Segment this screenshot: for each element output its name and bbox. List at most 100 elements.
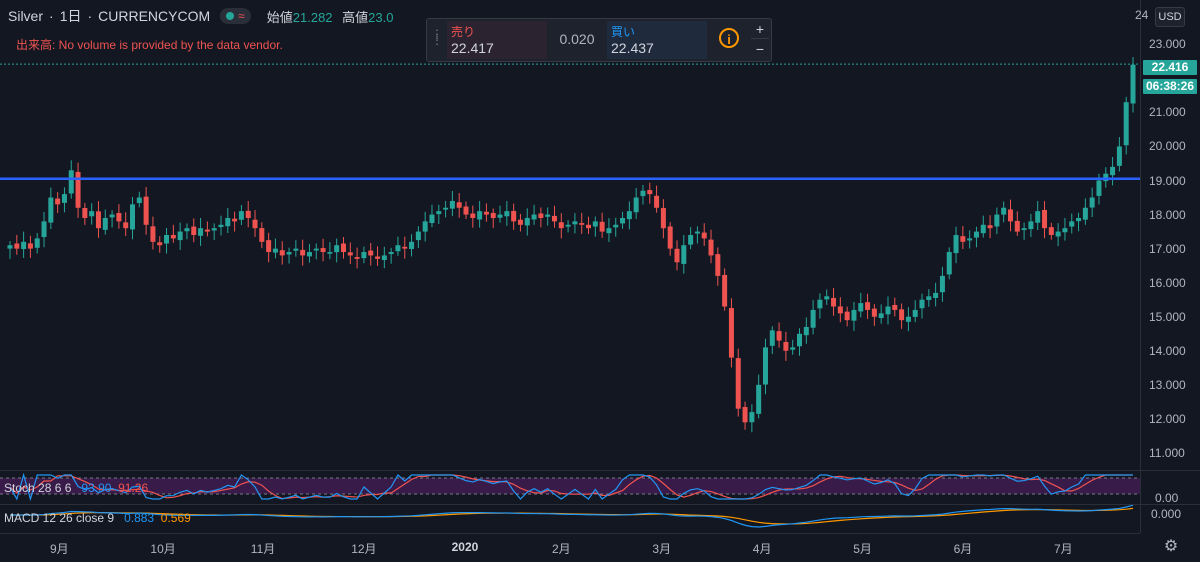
candle-body [1042, 209, 1048, 229]
candle-body [871, 308, 877, 317]
candle-body [61, 194, 67, 203]
approx-icon: ≈ [238, 9, 245, 23]
candle-body [286, 252, 292, 255]
candle-body [572, 221, 578, 225]
candle-body [415, 231, 421, 241]
candle-body [375, 256, 381, 259]
plus-button[interactable]: + [751, 20, 769, 39]
candle-body [463, 206, 469, 215]
candle-body [102, 217, 108, 230]
candle-body [885, 306, 891, 315]
candle-body [504, 211, 510, 217]
candle-body [912, 309, 918, 317]
sell-button[interactable]: 売り 22.417 [447, 21, 547, 59]
candle-body [865, 302, 871, 310]
candle-body [327, 252, 333, 254]
candle-body [334, 245, 340, 253]
price-chart[interactable] [0, 0, 1140, 470]
interval[interactable]: 1日 [60, 6, 82, 26]
candle-body [436, 211, 442, 215]
market-status-pill[interactable]: ≈ [220, 8, 251, 24]
symbol-name[interactable]: Silver [8, 8, 43, 24]
price-tick: 23.000 [1149, 37, 1186, 52]
high-value: 23.0 [368, 9, 394, 25]
buy-sell-panel: ⋮ ⋮ 売り 22.417 0.020 買い 22.437 i + − [426, 18, 772, 62]
candle-body [1130, 64, 1136, 104]
time-axis[interactable]: 9月 10月 11月 12月 2020 2月 3月 4月 5月 6月 7月 [0, 533, 1140, 562]
candle-body [477, 211, 483, 220]
price-tick: 12.000 [1149, 411, 1186, 426]
candle-body [130, 204, 136, 230]
open-value: 21.282 [292, 9, 333, 25]
stoch-legend[interactable]: Stoch 28 6 6 93.90 91.26 [4, 481, 148, 495]
candle-body [919, 299, 925, 309]
price-axis[interactable]: USD 24 23.000 21.000 20.000 19.000 18.000 17.… [1135, 0, 1200, 533]
candle-body [592, 221, 598, 227]
market-open-icon [226, 12, 235, 20]
candle-body [599, 221, 605, 232]
candle-body [749, 412, 755, 423]
settings-gear-icon[interactable]: ⚙ [1160, 536, 1182, 558]
candle-body [742, 407, 748, 423]
candle-body [674, 248, 680, 263]
candle-body [232, 218, 238, 222]
candle-body [824, 296, 830, 300]
chart-header: Silver · 1日 · CURRENCYCOM ≈ 始値21.282 高値2… [8, 6, 399, 26]
candle-body [1055, 231, 1061, 237]
candle-body [7, 245, 13, 249]
candle-body [320, 248, 326, 253]
ohlc-readout: 始値21.282 高値23.0 [267, 7, 400, 26]
candle-body [640, 190, 646, 197]
price-tick: 17.000 [1149, 241, 1186, 256]
candle-body [511, 210, 517, 222]
candle-body [218, 224, 224, 228]
currency-button[interactable]: USD [1155, 7, 1185, 27]
candle-body [55, 198, 61, 205]
candle-body [388, 252, 394, 255]
candle-body [409, 241, 415, 250]
price-tick: 15.000 [1149, 309, 1186, 324]
candle-body [21, 241, 27, 250]
candle-body [586, 224, 592, 229]
candle-body [279, 250, 285, 256]
candle-body [558, 222, 564, 229]
buy-button[interactable]: 買い 22.437 [607, 21, 707, 59]
candle-body [82, 208, 88, 218]
stoch-pane[interactable] [0, 471, 1140, 504]
candle-body [164, 235, 170, 244]
price-tick: 16.000 [1149, 275, 1186, 290]
time-tick: 3月 [652, 542, 672, 556]
candle-body [443, 207, 449, 210]
candle-body [769, 330, 775, 346]
candle-body [933, 292, 939, 298]
info-icon[interactable]: i [719, 28, 739, 48]
candle-body [422, 221, 428, 232]
drag-handle-icon[interactable]: ⋮ ⋮ [431, 28, 443, 46]
candle-body [878, 313, 884, 318]
candle-body [313, 248, 319, 251]
interval-sep: · [87, 8, 93, 24]
price-tick: 21.000 [1149, 105, 1186, 120]
candle-body [456, 202, 462, 208]
candle-body [1089, 197, 1095, 208]
candle-body [14, 243, 20, 249]
candle-body [143, 196, 149, 225]
stoch-k-value: 93.90 [81, 481, 112, 495]
candle-body [626, 211, 632, 220]
minus-button[interactable]: − [751, 40, 769, 58]
candle-body [538, 213, 544, 218]
spread-value: 0.020 [559, 31, 595, 47]
candle-body [701, 232, 707, 239]
candle-body [613, 224, 619, 228]
candle-body [354, 257, 360, 259]
candle-body [157, 242, 163, 246]
stoch-name: Stoch 28 6 6 [4, 481, 72, 495]
candle-body [116, 213, 122, 222]
macd-value: 0.883 [124, 511, 155, 525]
macd-axis-tick: 0.000 [1151, 507, 1182, 521]
candle-body [892, 305, 898, 310]
candle-body [831, 298, 837, 307]
macd-legend[interactable]: MACD 12 26 close 9 0.883 0.569 [4, 511, 191, 525]
time-tick: 5月 [853, 542, 872, 556]
candle-body [837, 306, 843, 314]
